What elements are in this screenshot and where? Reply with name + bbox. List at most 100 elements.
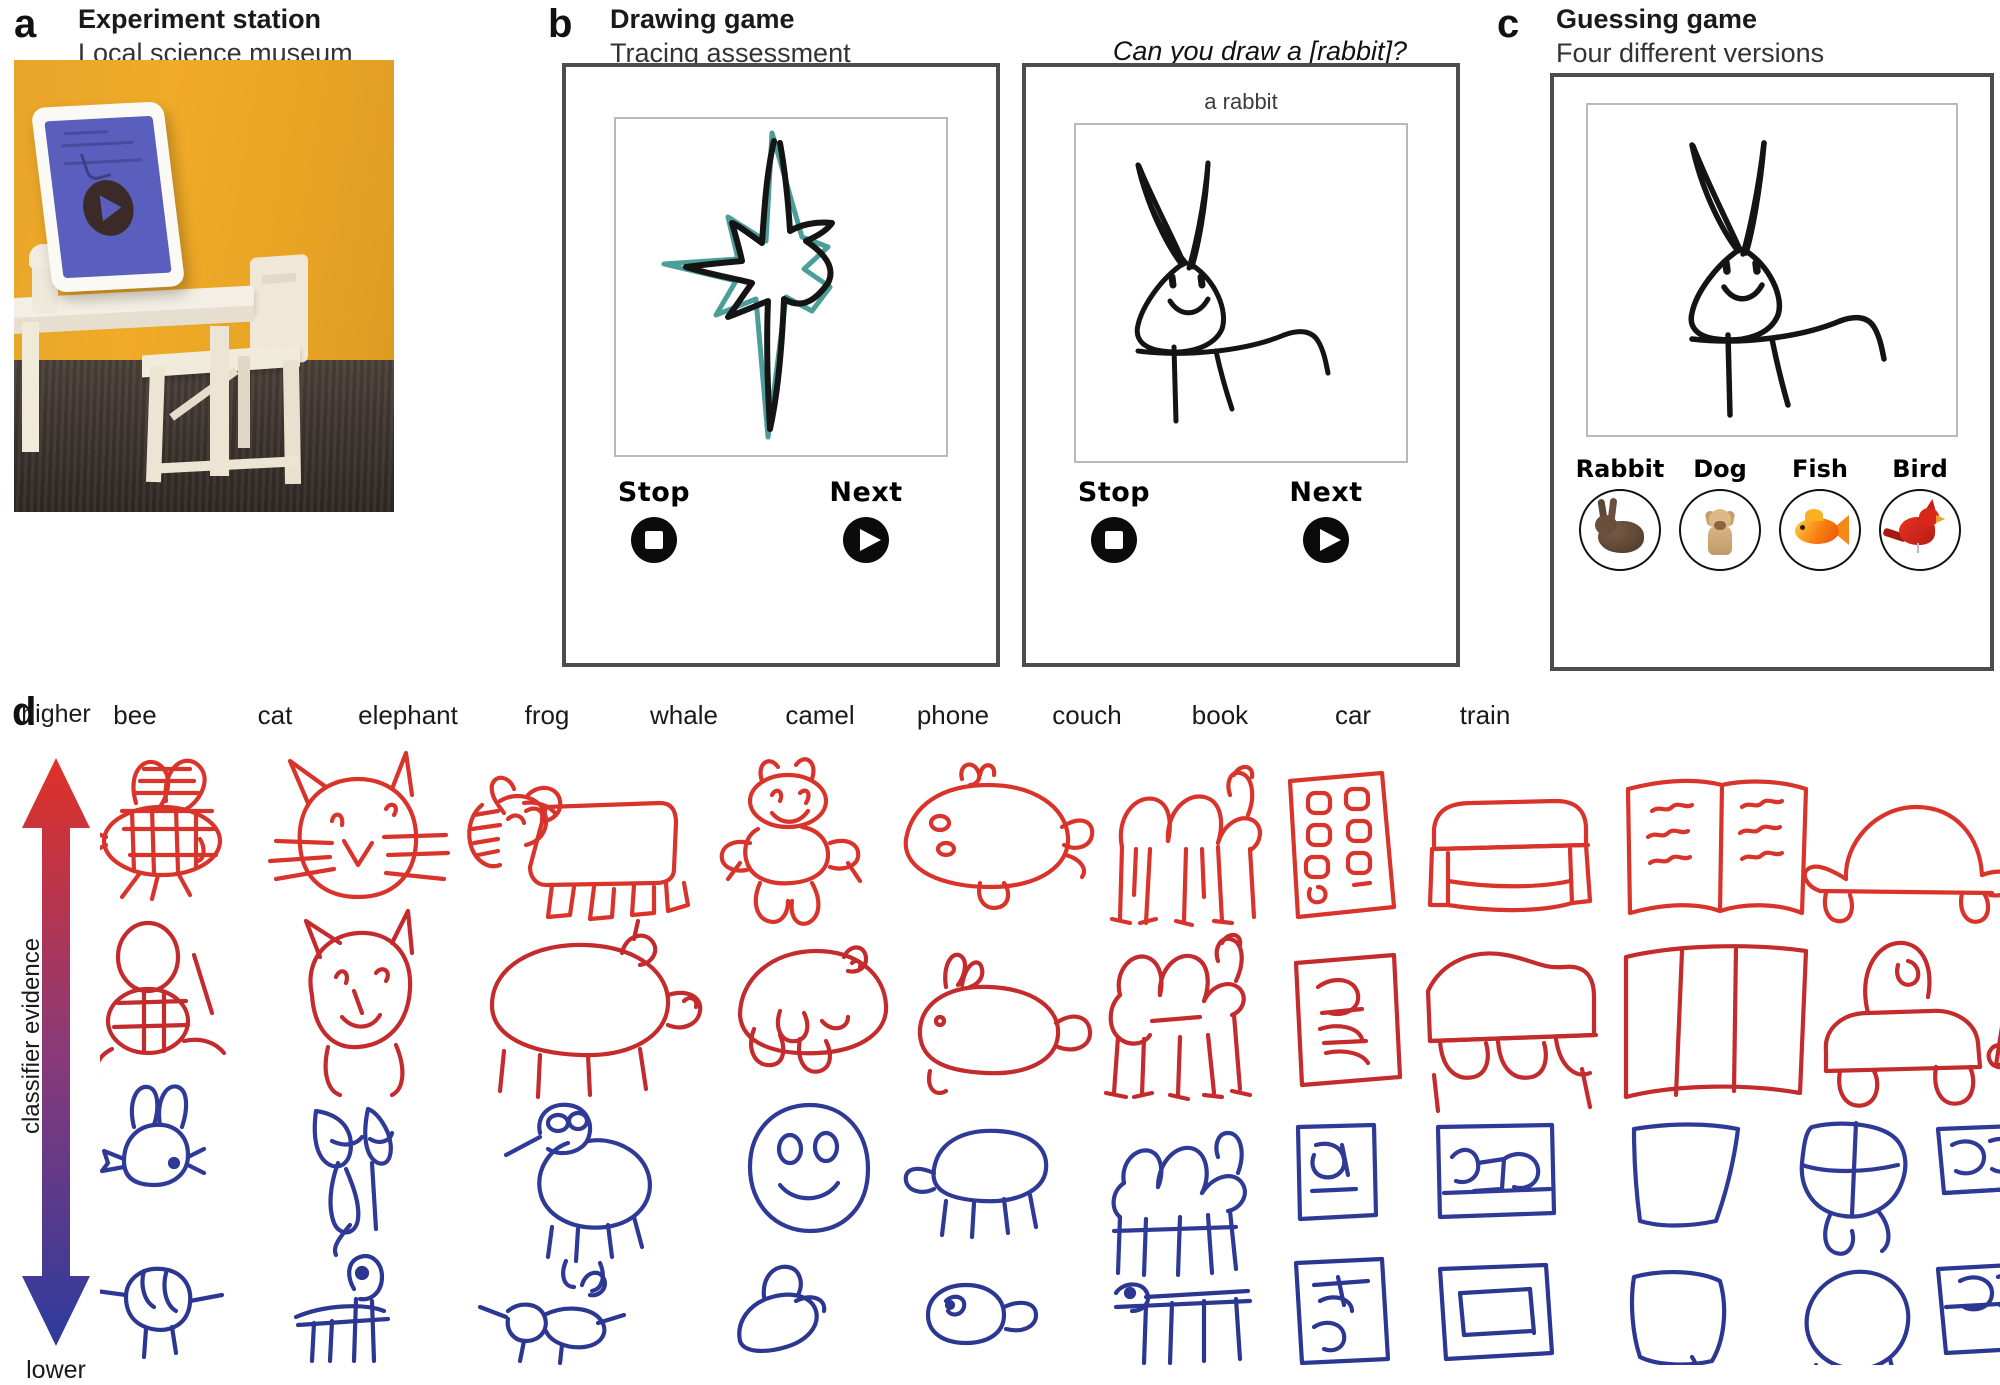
experiment-station-photo: [14, 60, 394, 512]
drawing-whale-r2: [917, 952, 1093, 1096]
drawing-book-r3: [1631, 1122, 1741, 1228]
photo-tablet-screen: [44, 115, 172, 279]
tracing-canvas[interactable]: [614, 117, 948, 457]
fish-photo-icon: [1779, 489, 1861, 571]
photo-table-leg-left: [22, 322, 39, 452]
photo-screen-line-2: [61, 140, 134, 148]
drawing-next-label: Next: [1289, 477, 1363, 508]
drawing-camel-r2: [1103, 932, 1253, 1102]
drawing-cat-r4: [293, 1254, 391, 1364]
column-header-car: car: [1334, 700, 1372, 730]
drawing-book-r1: [1625, 778, 1809, 916]
column-header-elephant: elephant: [358, 700, 458, 730]
photo-screen-line-1: [63, 130, 109, 136]
guess-choice-fish[interactable]: Fish: [1772, 455, 1868, 571]
drawing-frog-r2: [737, 945, 889, 1074]
tracing-next-button[interactable]: Next: [806, 477, 926, 563]
column-header-couch: couch: [1052, 700, 1122, 730]
photo-play-triangle: [99, 194, 123, 222]
play-icon: [1303, 517, 1349, 563]
drawings-grid-svg: [100, 750, 2000, 1365]
drawing-camel-r1: [1109, 764, 1262, 928]
drawing-train-r4: [1935, 1263, 2000, 1356]
panel-d-grid: d higher lower classifier evidence bee c…: [0, 690, 2000, 1384]
drawing-whale-r3: [903, 1128, 1049, 1240]
panel-b-title: Drawing game: [610, 4, 795, 34]
stop-icon: [631, 517, 677, 563]
axis-title: classifier evidence: [18, 937, 45, 1135]
drawing-cat-r1: [267, 750, 451, 900]
axis-bottom-label: lower: [26, 1356, 86, 1384]
drawing-canvas[interactable]: [1074, 123, 1408, 463]
drawing-cat-r2: [303, 908, 415, 1098]
drawing-elephant-r4: [477, 1270, 627, 1365]
drawing-couch-r4: [1437, 1262, 1555, 1362]
drawing-train-r2: [1986, 1026, 2000, 1070]
grid-row-1: [100, 750, 2000, 928]
drawing-book-r4: [1629, 1269, 1727, 1365]
drawing-book-r2: [1623, 944, 1809, 1100]
drawing-phone-r1: [1287, 770, 1397, 920]
rabbit-leg-front: [1171, 344, 1179, 424]
drawing-bee-r3: [100, 1084, 207, 1188]
guess-rabbit-eye-left: [1722, 259, 1731, 275]
column-header-camel: camel: [785, 700, 855, 730]
drawing-cue-label: a rabbit: [1204, 89, 1278, 114]
guessing-game-frame: Rabbit Dog Fish Bird: [1550, 73, 1994, 671]
drawing-camel-r3: [1111, 1130, 1247, 1278]
drawing-couch-r1: [1427, 798, 1593, 913]
guess-choice-fish-label: Fish: [1792, 455, 1848, 483]
drawing-next-button[interactable]: Next: [1266, 477, 1386, 563]
drawing-camel-r4: [1113, 1282, 1253, 1365]
drawing-frog-r4: [737, 1264, 827, 1354]
column-header-train: train: [1459, 700, 1511, 730]
column-header-cat: cat: [257, 700, 293, 730]
rabbit-eye-left: [1168, 273, 1177, 289]
tracing-child-trace: [683, 138, 835, 432]
photo-table-leg-right: [210, 326, 229, 476]
play-icon: [843, 517, 889, 563]
bird-photo-icon: [1879, 489, 1961, 571]
guess-choice-rabbit[interactable]: Rabbit: [1572, 455, 1668, 571]
panel-c-heading: Guessing game Four different versions: [1556, 2, 1824, 70]
photo-floor: [14, 360, 394, 512]
stop-square-glyph: [645, 531, 663, 549]
drawing-stop-button[interactable]: Stop: [1054, 477, 1174, 563]
panel-c-title: Guessing game: [1556, 4, 1758, 34]
drawing-whale-r4: [925, 1282, 1039, 1346]
guess-choice-rabbit-label: Rabbit: [1575, 455, 1665, 483]
drawing-cat-r3: [312, 1106, 395, 1258]
panel-letter-c: c: [1497, 2, 1520, 46]
tracing-next-label: Next: [829, 477, 903, 508]
rabbit-eye-right: [1197, 273, 1206, 289]
drawing-bee-r1: [100, 758, 223, 902]
guess-rabbit-ear-right-b: [1740, 140, 1767, 257]
tracing-stop-label: Stop: [617, 477, 691, 508]
play-triangle-glyph: [1320, 529, 1341, 551]
drawing-couch-r2: [1425, 951, 1599, 1114]
panel-c-subtitle: Four different versions: [1556, 38, 1825, 68]
tracing-star-svg: [661, 130, 835, 440]
rabbit-ear-left-b: [1136, 163, 1187, 267]
drawing-car-r2: [1823, 940, 1983, 1108]
guess-choice-dog[interactable]: Dog: [1672, 455, 1768, 571]
rabbit-leg-back: [1213, 348, 1235, 412]
play-triangle-glyph: [860, 529, 881, 551]
tracing-stop-button[interactable]: Stop: [594, 477, 714, 563]
drawing-car-r4: [1804, 1269, 1911, 1365]
stop-icon: [1091, 517, 1137, 563]
rabbit-back: [1281, 329, 1331, 376]
guess-choice-bird[interactable]: Bird: [1872, 455, 1968, 571]
drawing-bee-r4: [100, 1266, 225, 1360]
drawing-car-r3: [1799, 1120, 1908, 1256]
drawing-whale-r1: [903, 762, 1095, 910]
photo-tablet: [30, 101, 186, 293]
panel-a-title: Experiment station: [78, 4, 322, 34]
tracing-game-frame: Stop Next: [562, 63, 1000, 667]
drawing-train-r3: [1935, 1124, 2000, 1196]
drawing-game-frame: a rabbit Stop Next: [1022, 63, 1460, 667]
panel-letter-b: b: [548, 2, 573, 46]
guess-rabbit-ear-left-b: [1690, 143, 1743, 253]
drawing-phone-r4: [1293, 1256, 1391, 1365]
grid-row-3: [100, 1084, 2000, 1294]
